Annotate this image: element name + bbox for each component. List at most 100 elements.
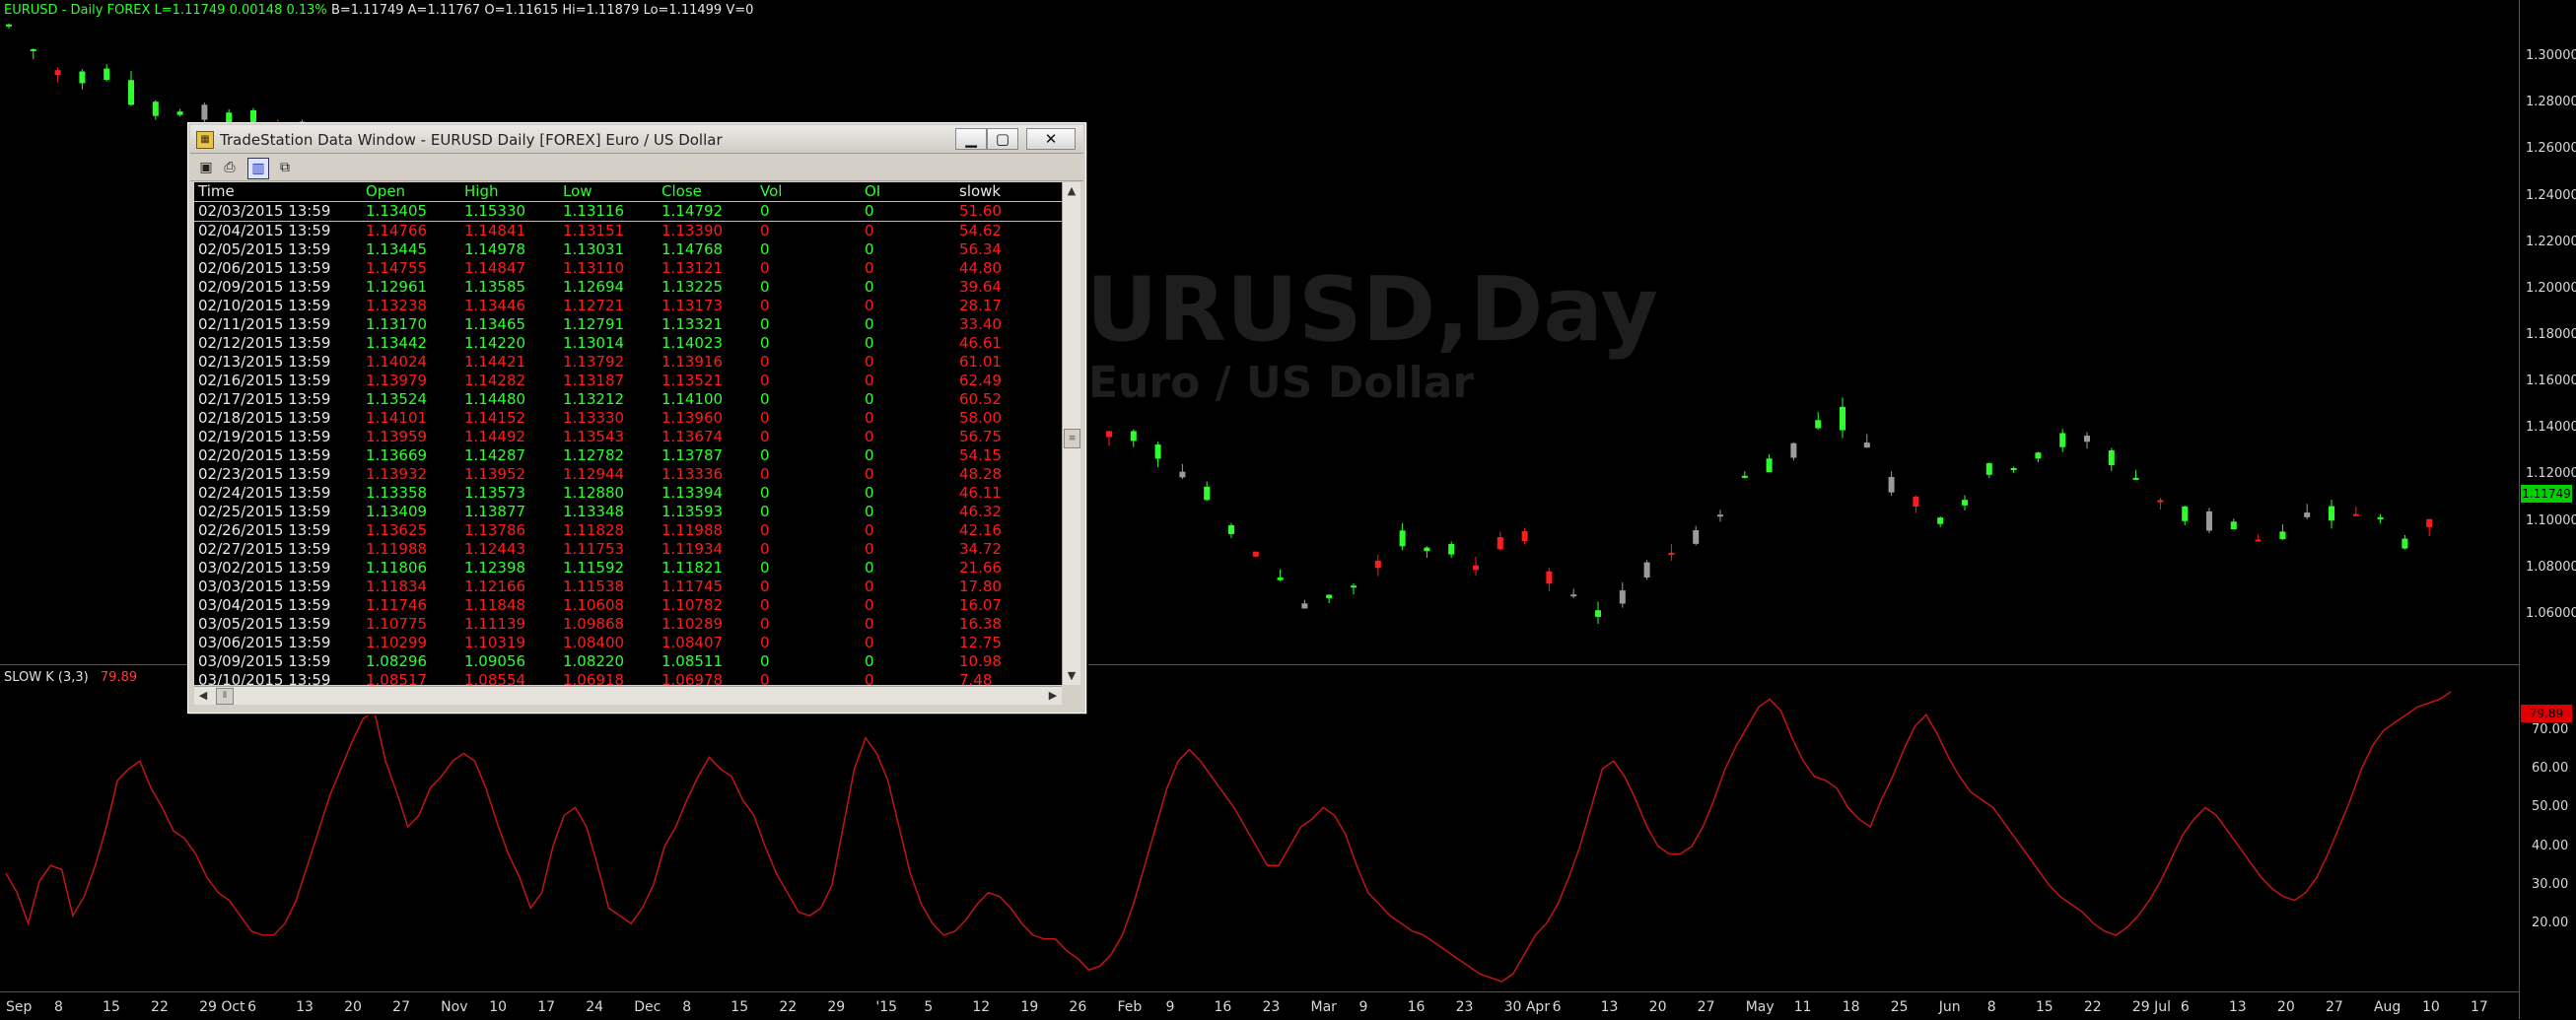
cell-vol: 0 bbox=[760, 652, 770, 670]
date-axis-label: 27 bbox=[2325, 999, 2343, 1015]
table-row[interactable]: 02/10/2015 13:59 1.13238 1.13446 1.12721 1.1… bbox=[194, 297, 1062, 315]
price-axis-label: 1.08000 bbox=[2526, 559, 2576, 575]
table-row[interactable]: 03/09/2015 13:59 1.08296 1.09056 1.08220 1.0… bbox=[194, 652, 1062, 671]
table-row[interactable]: 03/05/2015 13:59 1.10775 1.11139 1.09868 1.1… bbox=[194, 615, 1062, 634]
cell-low: 1.12944 bbox=[563, 465, 625, 483]
cell-k: 46.11 bbox=[959, 484, 1002, 502]
scroll-down-arrow-icon[interactable]: ▼ bbox=[1063, 667, 1080, 685]
table-row[interactable]: 02/24/2015 13:59 1.13358 1.13573 1.12880 1.1… bbox=[194, 484, 1062, 503]
cell-vol: 0 bbox=[760, 222, 770, 239]
table-row[interactable]: 02/16/2015 13:59 1.13979 1.14282 1.13187 1.1… bbox=[194, 372, 1062, 390]
date-axis-label: 23 bbox=[1455, 999, 1474, 1015]
cell-time: 03/10/2015 13:59 bbox=[198, 671, 331, 685]
cell-high: 1.14492 bbox=[464, 428, 526, 445]
cell-vol: 0 bbox=[760, 671, 770, 685]
print-icon[interactable]: ⎙ bbox=[220, 158, 240, 177]
cell-low: 1.10608 bbox=[563, 596, 625, 614]
date-axis-label: 20 bbox=[2276, 999, 2295, 1015]
table-row[interactable]: 03/03/2015 13:59 1.11834 1.12166 1.11538 1.1… bbox=[194, 578, 1062, 596]
cell-high: 1.14220 bbox=[464, 334, 526, 352]
slowk-chart[interactable] bbox=[0, 666, 2519, 991]
table-row[interactable]: 02/26/2015 13:59 1.13625 1.13786 1.11828 1.1… bbox=[194, 521, 1062, 540]
cell-open: 1.13524 bbox=[366, 390, 428, 408]
table-row[interactable]: 02/05/2015 13:59 1.13445 1.14978 1.13031 1.1… bbox=[194, 240, 1062, 259]
maximize-button[interactable]: ▢ bbox=[987, 128, 1018, 150]
vertical-scrollbar[interactable]: ▲ ≡ ▼ bbox=[1062, 182, 1080, 685]
date-axis-label: 15 bbox=[2035, 999, 2054, 1015]
table-row[interactable]: 02/03/2015 13:59 1.13405 1.15330 1.13116 1.1… bbox=[194, 202, 1062, 222]
export-icon[interactable]: ⧉ bbox=[275, 158, 295, 177]
cell-open: 1.08517 bbox=[366, 671, 428, 685]
cell-open: 1.13932 bbox=[366, 465, 428, 483]
price-axis-label: 1.30000 bbox=[2526, 48, 2576, 64]
table-row[interactable]: 03/10/2015 13:59 1.08517 1.08554 1.06918 1.0… bbox=[194, 671, 1062, 685]
candle-body bbox=[1154, 444, 1161, 459]
scroll-up-arrow-icon[interactable]: ▲ bbox=[1063, 182, 1080, 200]
price-axis-label: 1.26000 bbox=[2526, 141, 2576, 157]
cell-time: 02/09/2015 13:59 bbox=[198, 278, 331, 296]
candle-body bbox=[2279, 531, 2286, 540]
save-icon[interactable]: ▣ bbox=[196, 158, 216, 177]
close-button[interactable]: ✕ bbox=[1026, 128, 1076, 150]
table-row[interactable]: 02/09/2015 13:59 1.12961 1.13585 1.12694 1.1… bbox=[194, 278, 1062, 297]
table-row[interactable]: 02/04/2015 13:59 1.14766 1.14841 1.13151 1.1… bbox=[194, 222, 1062, 240]
candle-body bbox=[2084, 436, 2090, 442]
grid-header: Time Open High Low Close Vol OI slowk bbox=[194, 182, 1062, 202]
cell-high: 1.14421 bbox=[464, 353, 526, 371]
cell-open: 1.13959 bbox=[366, 428, 428, 445]
table-row[interactable]: 02/06/2015 13:59 1.14755 1.14847 1.13110 1.1… bbox=[194, 259, 1062, 278]
table-row[interactable]: 03/04/2015 13:59 1.11746 1.11848 1.10608 1.1… bbox=[194, 596, 1062, 615]
scroll-right-arrow-icon[interactable]: ▶ bbox=[1044, 687, 1062, 705]
cell-oi: 0 bbox=[865, 278, 874, 296]
cell-close: 1.13916 bbox=[661, 353, 724, 371]
grid-icon[interactable]: ▥ bbox=[247, 158, 269, 179]
date-axis[interactable]: Sep 8 15 22 29 Oct 6 13 20 27 Nov 10 17 24 Dec 8 15 22 29… bbox=[0, 991, 2519, 1020]
date-axis-label: 29 bbox=[827, 999, 846, 1015]
candle-body bbox=[152, 102, 159, 116]
table-row[interactable]: 02/23/2015 13:59 1.13932 1.13952 1.12944 1.1… bbox=[194, 465, 1062, 484]
volume: V=0 bbox=[726, 3, 754, 18]
table-row[interactable]: 02/18/2015 13:59 1.14101 1.14152 1.13330 1.1… bbox=[194, 409, 1062, 428]
table-row[interactable]: 02/19/2015 13:59 1.13959 1.14492 1.13543 1.1… bbox=[194, 428, 1062, 446]
cell-k: 46.61 bbox=[959, 334, 1002, 352]
table-row[interactable]: 02/17/2015 13:59 1.13524 1.14480 1.13212 1.1… bbox=[194, 390, 1062, 409]
horizontal-scrollbar[interactable]: ◀ ⦀ ▶ bbox=[194, 686, 1062, 705]
price-axis[interactable]: 1.30000 1.28000 1.26000 1.24000 1.22000 1.200… bbox=[2519, 0, 2576, 1019]
data-window-titlebar[interactable]: ▦ TradeStation Data Window - EURUSD Dail… bbox=[190, 125, 1083, 154]
vertical-scroll-thumb[interactable]: ≡ bbox=[1064, 429, 1080, 448]
candle-body bbox=[1985, 463, 1992, 475]
price-axis-label: 1.22000 bbox=[2526, 234, 2576, 249]
cell-low: 1.08400 bbox=[563, 634, 625, 651]
minimize-button[interactable]: ▁ bbox=[955, 128, 987, 150]
symbol-watermark: EURUSD,Day bbox=[1025, 258, 1658, 362]
cell-open: 1.14024 bbox=[366, 353, 428, 371]
cell-time: 02/05/2015 13:59 bbox=[198, 240, 331, 258]
cell-vol: 0 bbox=[760, 278, 770, 296]
candle-body bbox=[54, 70, 61, 76]
table-row[interactable]: 02/25/2015 13:59 1.13409 1.13877 1.13348 1.1… bbox=[194, 503, 1062, 521]
table-row[interactable]: 03/06/2015 13:59 1.10299 1.10319 1.08400 1.0… bbox=[194, 634, 1062, 652]
date-axis-label: 23 bbox=[1262, 999, 1281, 1015]
table-row[interactable]: 02/20/2015 13:59 1.13669 1.14287 1.12782 1.1… bbox=[194, 446, 1062, 465]
data-window[interactable]: ▦ TradeStation Data Window - EURUSD Dail… bbox=[187, 122, 1086, 714]
data-grid[interactable]: Time Open High Low Close Vol OI slowk 02… bbox=[194, 182, 1062, 685]
date-axis-label: 6 bbox=[1552, 999, 1562, 1015]
scroll-left-arrow-icon[interactable]: ◀ bbox=[194, 687, 212, 705]
cell-oi: 0 bbox=[865, 315, 874, 333]
date-axis-label: 10 bbox=[2421, 999, 2440, 1015]
table-row[interactable]: 02/13/2015 13:59 1.14024 1.14421 1.13792 1.1… bbox=[194, 353, 1062, 372]
cell-time: 02/24/2015 13:59 bbox=[198, 484, 331, 502]
horizontal-scroll-thumb[interactable]: ⦀ bbox=[216, 688, 234, 705]
date-axis-label: Aug bbox=[2373, 999, 2402, 1015]
candle-body bbox=[2377, 516, 2384, 519]
cell-vol: 0 bbox=[760, 353, 770, 371]
cell-vol: 0 bbox=[760, 446, 770, 464]
date-axis-label: 25 bbox=[1890, 999, 1909, 1015]
table-row[interactable]: 02/27/2015 13:59 1.11988 1.12443 1.11753 1.1… bbox=[194, 540, 1062, 559]
cell-time: 02/04/2015 13:59 bbox=[198, 222, 331, 239]
indicator-pane[interactable]: SLOW K (3,3) 79.89 bbox=[0, 666, 2519, 991]
table-row[interactable]: 03/02/2015 13:59 1.11806 1.12398 1.11592 1.1… bbox=[194, 559, 1062, 578]
table-row[interactable]: 02/11/2015 13:59 1.13170 1.13465 1.12791 1.1… bbox=[194, 315, 1062, 334]
table-row[interactable]: 02/12/2015 13:59 1.13442 1.14220 1.13014 1.1… bbox=[194, 334, 1062, 353]
candle-body bbox=[2132, 477, 2139, 480]
